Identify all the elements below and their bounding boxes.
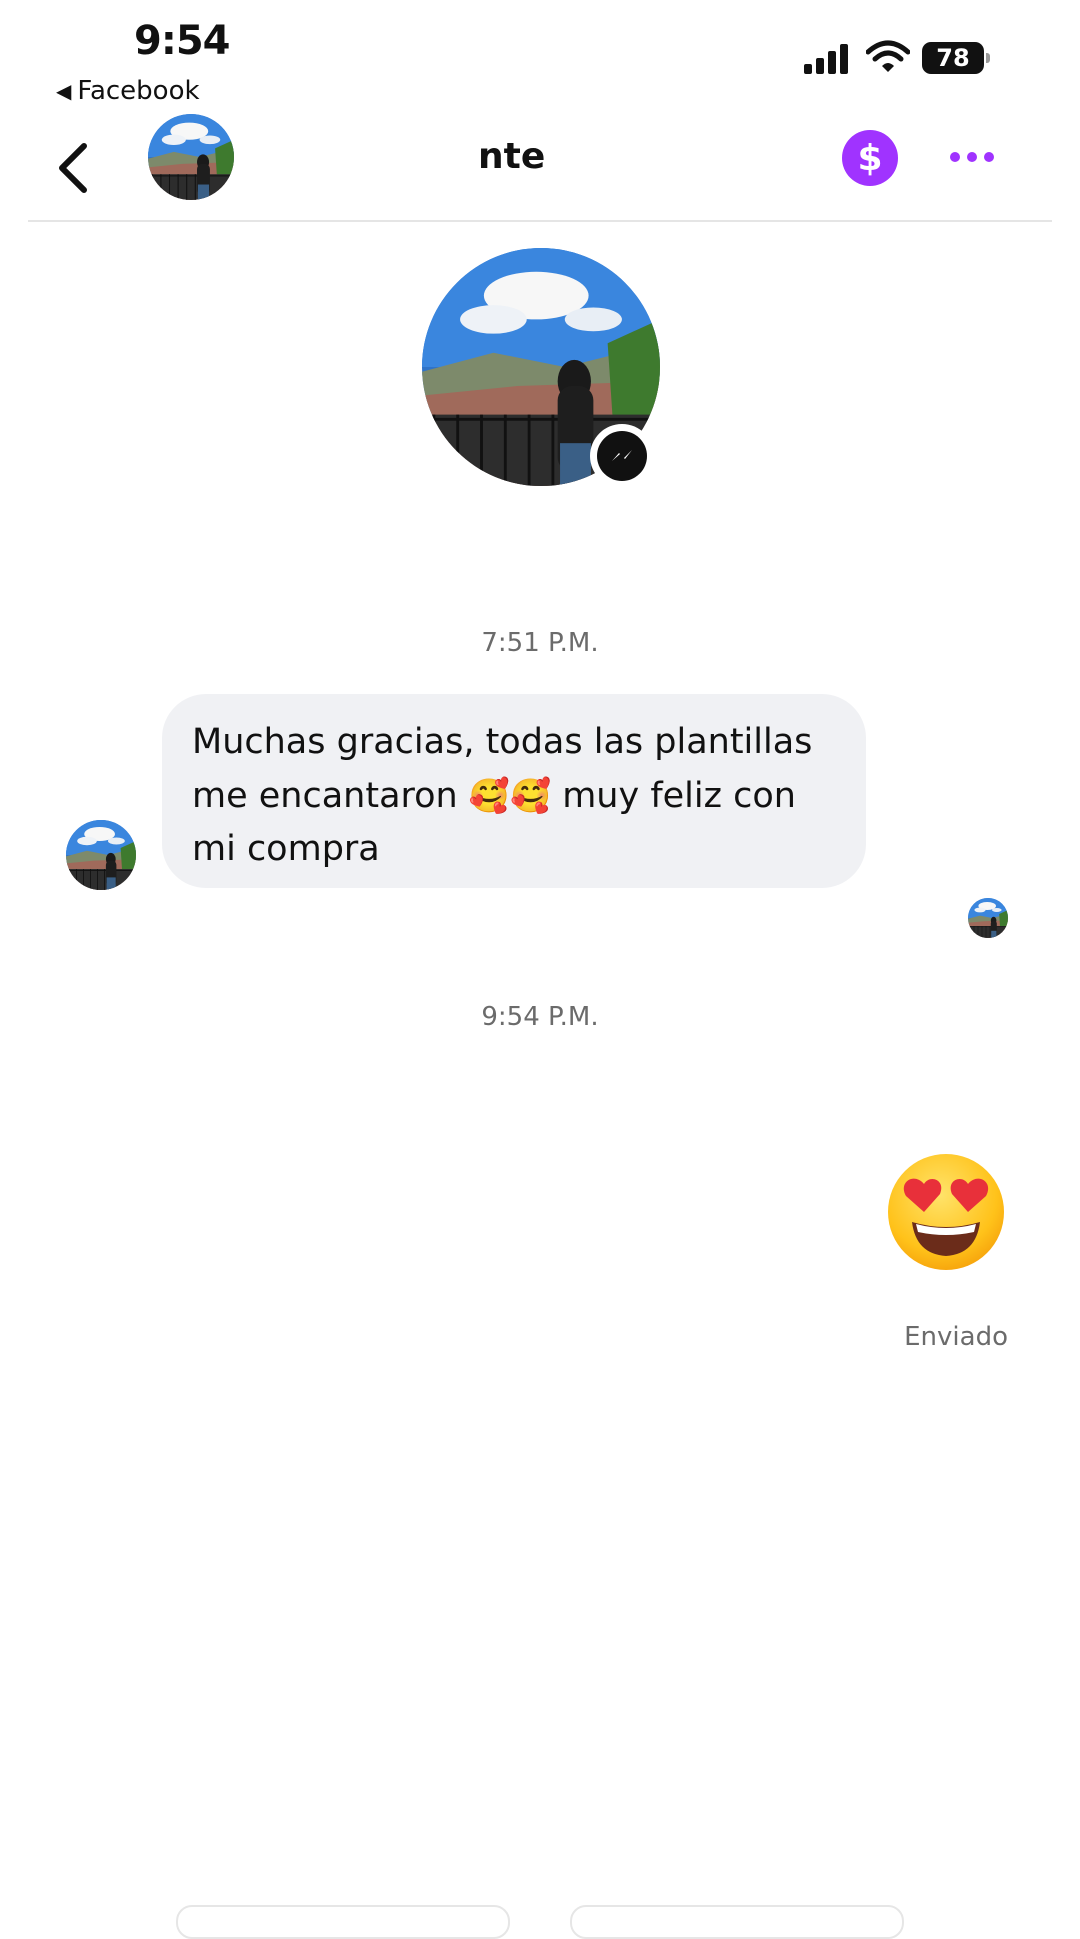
conversation-title[interactable]: nte <box>478 136 545 177</box>
messenger-icon <box>612 450 632 461</box>
battery-level: 78 <box>936 44 970 72</box>
bottom-composer-edge <box>0 1905 1080 1939</box>
dot <box>967 152 977 162</box>
message-timestamp: 9:54 P.M. <box>481 1002 599 1032</box>
message-status: Enviado <box>904 1322 1008 1352</box>
status-time: 9:54 <box>134 18 230 64</box>
avatar-image <box>148 114 234 200</box>
dot <box>950 152 960 162</box>
more-options-button[interactable] <box>950 142 1000 172</box>
read-receipt-avatar <box>968 898 1008 938</box>
composer-shape <box>570 1905 904 1939</box>
composer-shape <box>176 1905 510 1939</box>
signal-icon <box>804 44 848 74</box>
back-triangle-icon: ◀ <box>56 79 72 103</box>
received-message-bubble[interactable]: Muchas gracias, todas las plantillas me … <box>162 694 866 888</box>
dot <box>984 152 994 162</box>
dollar-icon: $ <box>857 137 883 179</box>
back-app-label: Facebook <box>77 76 200 106</box>
back-to-app-link[interactable]: ◀ Facebook <box>56 76 200 106</box>
smiling-hearts-emoji: 🥰🥰 <box>468 776 552 815</box>
battery-indicator: 78 <box>922 42 990 74</box>
heart-eyes-emoji[interactable] <box>884 1150 1008 1274</box>
back-button[interactable] <box>52 140 96 196</box>
wifi-icon <box>866 40 910 72</box>
payment-button[interactable]: $ <box>842 130 898 186</box>
message-timestamp: 7:51 P.M. <box>481 628 599 658</box>
contact-avatar[interactable] <box>148 114 234 200</box>
header-divider <box>28 220 1052 222</box>
messenger-badge <box>590 424 654 488</box>
sender-avatar[interactable] <box>66 820 136 890</box>
sender-avatar-image <box>66 820 136 890</box>
read-receipt-image <box>968 898 1008 938</box>
